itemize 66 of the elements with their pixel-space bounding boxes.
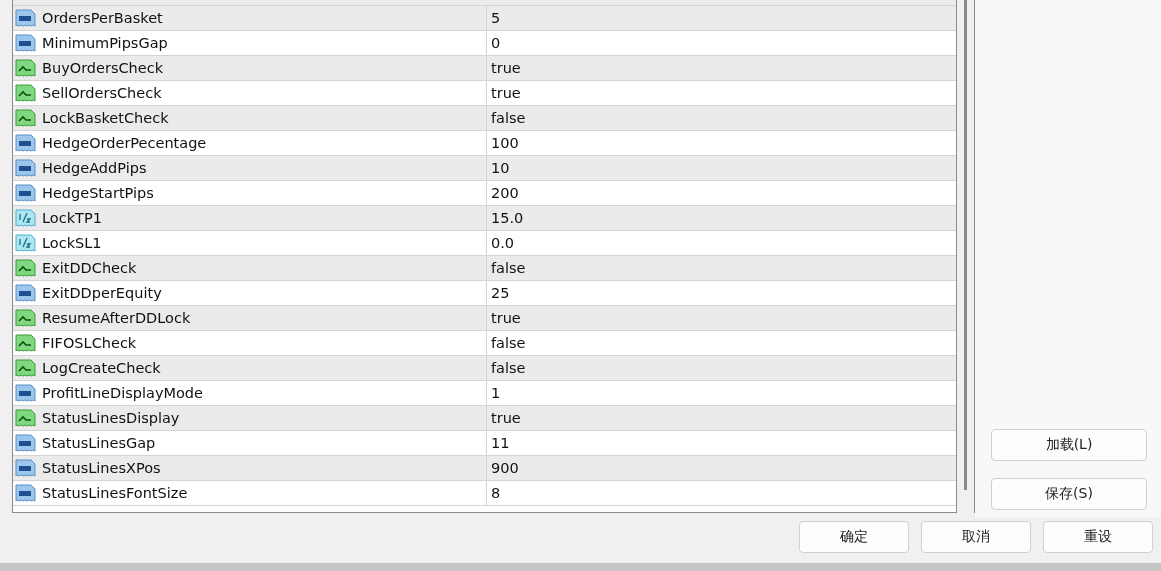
parameter-name: ResumeAfterDDLock bbox=[42, 310, 191, 326]
parameter-value[interactable]: 200 bbox=[491, 185, 519, 201]
parameter-name: StatusLinesDisplay bbox=[42, 410, 180, 426]
parameter-value[interactable]: false bbox=[491, 260, 526, 276]
toggle-icon bbox=[15, 333, 36, 353]
parameter-name: ProfitLineDisplayMode bbox=[42, 385, 203, 401]
parameter-name: ExitDDCheck bbox=[42, 260, 137, 276]
parameter-value[interactable]: 11 bbox=[491, 435, 510, 451]
parameter-value[interactable]: 5 bbox=[491, 10, 501, 26]
parameter-value[interactable]: true bbox=[491, 310, 521, 326]
parameter-name: SellOrdersCheck bbox=[42, 85, 162, 101]
parameter-name: StatusLinesXPos bbox=[42, 460, 161, 476]
toggle-icon bbox=[15, 308, 36, 328]
parameter-value[interactable]: 15.0 bbox=[491, 210, 524, 226]
parameter-value[interactable]: 25 bbox=[491, 285, 510, 301]
fraction-icon bbox=[15, 208, 36, 228]
parameter-value[interactable]: 8 bbox=[491, 485, 501, 501]
side-button[interactable]: 加载(L) bbox=[991, 429, 1147, 461]
toggle-icon bbox=[15, 358, 36, 378]
parameter-value[interactable]: false bbox=[491, 110, 526, 126]
parameter-name: OrdersPerBasket bbox=[42, 10, 163, 26]
number-icon bbox=[15, 183, 36, 203]
parameter-name: HedgeAddPips bbox=[42, 160, 147, 176]
parameter-value[interactable]: false bbox=[491, 360, 526, 376]
parameter-value[interactable]: false bbox=[491, 335, 526, 351]
toggle-icon bbox=[15, 258, 36, 278]
parameter-name: BuyOrdersCheck bbox=[42, 60, 164, 76]
parameter-name: LogCreateCheck bbox=[42, 360, 161, 376]
side-button[interactable]: 保存(S) bbox=[991, 478, 1147, 510]
parameter-name: LockSL1 bbox=[42, 235, 102, 251]
parameter-value[interactable]: 1 bbox=[491, 385, 501, 401]
parameter-name: LockTP1 bbox=[42, 210, 102, 226]
parameter-value[interactable]: 900 bbox=[491, 460, 519, 476]
number-icon bbox=[15, 433, 36, 453]
parameter-name: MinimumPipsGap bbox=[42, 35, 168, 51]
parameter-name: FIFOSLCheck bbox=[42, 335, 137, 351]
scrollbar-thumb[interactable] bbox=[964, 0, 967, 490]
parameter-value[interactable]: 0 bbox=[491, 35, 501, 51]
toggle-icon bbox=[15, 58, 36, 78]
parameter-name: ExitDDperEquity bbox=[42, 285, 162, 301]
dialog-button[interactable]: 确定 bbox=[799, 521, 909, 553]
dialog-button[interactable]: 取消 bbox=[921, 521, 1031, 553]
parameter-name: HedgeStartPips bbox=[42, 185, 154, 201]
toggle-icon bbox=[15, 83, 36, 103]
number-icon bbox=[15, 483, 36, 503]
parameter-name: HedgeOrderPecentage bbox=[42, 135, 207, 151]
number-icon bbox=[15, 158, 36, 178]
number-icon bbox=[15, 33, 36, 53]
fraction-icon bbox=[15, 233, 36, 253]
number-icon bbox=[15, 133, 36, 153]
number-icon bbox=[15, 458, 36, 478]
toggle-icon bbox=[15, 108, 36, 128]
toggle-icon bbox=[15, 408, 36, 428]
parameter-value[interactable]: true bbox=[491, 60, 521, 76]
parameter-name: LockBasketCheck bbox=[42, 110, 169, 126]
parameter-value[interactable]: 10 bbox=[491, 160, 510, 176]
number-icon bbox=[15, 283, 36, 303]
parameter-value[interactable]: true bbox=[491, 410, 521, 426]
parameter-name: StatusLinesFontSize bbox=[42, 485, 188, 501]
dialog-button[interactable]: 重设 bbox=[1043, 521, 1153, 553]
parameter-value[interactable]: 100 bbox=[491, 135, 519, 151]
number-icon bbox=[15, 383, 36, 403]
parameter-value[interactable]: true bbox=[491, 85, 521, 101]
number-icon bbox=[15, 8, 36, 28]
parameter-name: StatusLinesGap bbox=[42, 435, 156, 451]
parameter-value[interactable]: 0.0 bbox=[491, 235, 515, 251]
